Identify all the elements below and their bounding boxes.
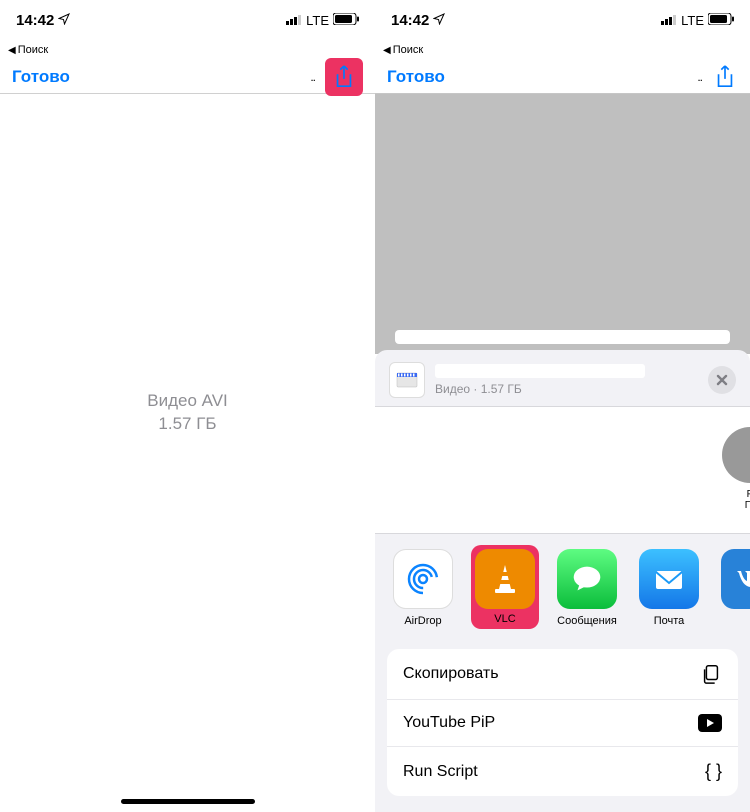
app-label: VLC (475, 613, 535, 625)
copy-icon (700, 663, 722, 685)
status-bar: 14:42 LTE (0, 0, 375, 40)
contact-name-line1: Р (722, 489, 750, 500)
action-run-script[interactable]: Run Script { } (387, 747, 738, 796)
avatar (722, 427, 750, 483)
contact-item-partial[interactable]: Р Гр (722, 427, 750, 511)
share-sheet: Видео · 1.57 ГБ Р Гр AirDrop (375, 350, 750, 812)
location-icon (58, 12, 70, 29)
action-label: Скопировать (403, 665, 499, 683)
app-label: Почта (639, 615, 699, 627)
messages-icon (557, 549, 617, 609)
actions-list: Скопировать YouTube PiP Run Script { } (387, 649, 738, 796)
app-label: AirDrop (393, 615, 453, 627)
action-label: Run Script (403, 763, 478, 781)
action-copy[interactable]: Скопировать (387, 649, 738, 700)
status-right: LTE (661, 13, 734, 28)
close-button[interactable] (708, 366, 736, 394)
overflow-dots: .. (308, 70, 317, 84)
chevron-left-icon: ◀ (8, 45, 16, 56)
back-button[interactable]: ◀ Поиск (0, 40, 375, 60)
dimmed-content (375, 94, 750, 354)
back-label: Поиск (18, 44, 48, 56)
youtube-icon (698, 714, 722, 732)
file-thumbnail-icon (389, 362, 425, 398)
network-label: LTE (306, 13, 329, 28)
signal-icon (661, 13, 677, 28)
overflow-dots: .. (695, 70, 704, 84)
scrubber-bar (395, 330, 730, 344)
file-type-label: Видео AVI (0, 390, 375, 413)
share-sheet-header: Видео · 1.57 ГБ (375, 350, 750, 406)
app-item-partial[interactable] (721, 549, 750, 627)
title-redacted (457, 67, 683, 87)
contacts-row[interactable]: Р Гр (375, 407, 750, 533)
action-label: YouTube PiP (403, 714, 495, 732)
filename-redacted (435, 364, 645, 378)
app-item-airdrop[interactable]: AirDrop (393, 549, 453, 627)
status-bar: 14:42 LTE (375, 0, 750, 40)
app-item-vlc[interactable]: VLC (475, 549, 535, 625)
action-youtube-pip[interactable]: YouTube PiP (387, 700, 738, 747)
file-info: Видео AVI 1.57 ГБ (0, 390, 375, 436)
signal-icon (286, 13, 302, 28)
home-indicator[interactable] (121, 799, 255, 804)
battery-icon (708, 13, 734, 28)
mail-icon (639, 549, 699, 609)
network-label: LTE (681, 13, 704, 28)
share-button[interactable] (331, 64, 357, 90)
share-button-highlight (325, 58, 363, 96)
braces-icon: { } (705, 761, 722, 782)
status-time: 14:42 (391, 12, 429, 29)
done-button[interactable]: Готово (387, 67, 445, 87)
back-label: Поиск (393, 44, 423, 56)
app-label: Сообщения (557, 615, 617, 627)
share-file-info: Видео · 1.57 ГБ (435, 364, 698, 396)
contact-name-line2: Гр (722, 500, 750, 511)
done-button[interactable]: Готово (12, 67, 70, 87)
vk-icon (721, 549, 750, 609)
file-size-label: 1.57 ГБ (0, 413, 375, 436)
location-icon (433, 12, 445, 29)
status-right: LTE (286, 13, 359, 28)
vlc-icon (475, 549, 535, 609)
share-button[interactable] (712, 64, 738, 90)
battery-icon (333, 13, 359, 28)
app-highlight: VLC (475, 549, 535, 627)
apps-row[interactable]: AirDrop VLC Сообщения (375, 533, 750, 641)
nav-bar: Готово .. (0, 60, 375, 94)
chevron-left-icon: ◀ (383, 45, 391, 56)
screen-file-preview: 14:42 LTE ◀ Поиск Готово .. (0, 0, 375, 812)
file-meta-label: Видео · 1.57 ГБ (435, 382, 698, 396)
screen-share-sheet: 14:42 LTE ◀ Поиск Готово .. (375, 0, 750, 812)
back-button[interactable]: ◀ Поиск (375, 40, 750, 60)
nav-bar: Готово .. (375, 60, 750, 94)
app-item-mail[interactable]: Почта (639, 549, 699, 627)
status-time: 14:42 (16, 12, 54, 29)
app-item-messages[interactable]: Сообщения (557, 549, 617, 627)
airdrop-icon (393, 549, 453, 609)
